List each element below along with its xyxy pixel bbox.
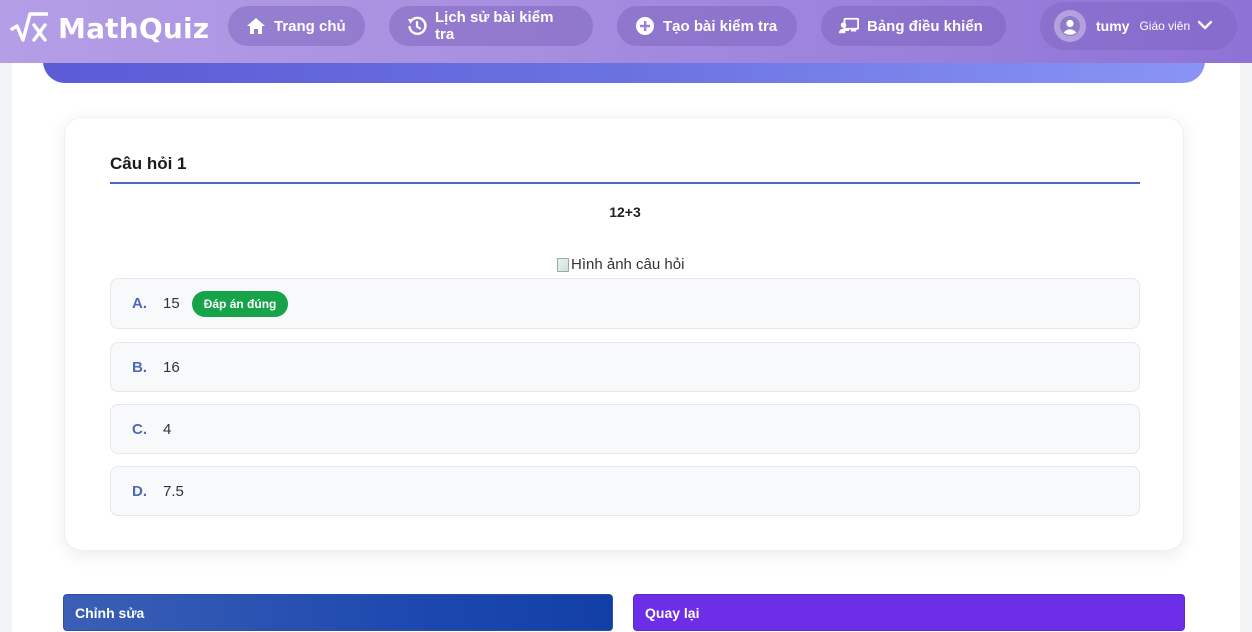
nav-home-label: Trang chủ	[274, 17, 346, 35]
option-a[interactable]: A. 15 Đáp án đúng	[110, 278, 1140, 329]
chevron-down-icon	[1197, 17, 1213, 35]
question-text: 12+3	[609, 204, 641, 220]
option-value: 16	[163, 358, 180, 376]
top-navbar: MathQuiz Trang chủ Lịch sử bài kiểm tra …	[0, 0, 1252, 63]
option-d[interactable]: D. 7.5	[110, 466, 1140, 516]
edit-button[interactable]: Chỉnh sửa	[63, 594, 613, 631]
user-circle-icon	[1054, 10, 1086, 42]
nav-dashboard-label: Bảng điều khiển	[867, 17, 983, 35]
nav-home-link[interactable]: Trang chủ	[228, 6, 365, 46]
question-image: Hình ảnh câu hỏi	[557, 256, 684, 273]
user-name: tumy	[1096, 18, 1130, 34]
question-title: Câu hỏi 1	[110, 154, 187, 173]
nav-create-label: Tạo bài kiểm tra	[663, 17, 778, 35]
nav-history-link[interactable]: Lịch sử bài kiểm tra	[389, 6, 593, 46]
home-icon	[246, 16, 266, 36]
sqrt-x-icon	[10, 12, 48, 42]
option-letter: C.	[132, 420, 147, 438]
option-value: 7.5	[163, 482, 184, 500]
nav-dashboard-link[interactable]: Bảng điều khiển	[821, 6, 1006, 46]
title-divider	[110, 182, 1140, 184]
broken-image-icon	[557, 257, 569, 272]
correct-answer-badge: Đáp án đúng	[191, 290, 289, 317]
teacher-board-icon	[839, 16, 859, 36]
brand-logo[interactable]: MathQuiz	[10, 8, 209, 48]
option-b[interactable]: B. 16	[110, 342, 1140, 392]
option-value: 4	[163, 420, 172, 438]
nav-create-link[interactable]: Tạo bài kiểm tra	[617, 6, 797, 46]
question-image-alt: Hình ảnh câu hỏi	[571, 256, 685, 273]
plus-circle-icon	[635, 16, 655, 36]
option-letter: A.	[132, 295, 147, 312]
option-value: 15	[163, 295, 180, 312]
back-button[interactable]: Quay lại	[633, 594, 1185, 631]
user-role: Giáo viên	[1139, 19, 1191, 33]
option-letter: D.	[132, 482, 147, 500]
brand-name: MathQuiz	[58, 11, 210, 45]
history-icon	[407, 16, 427, 36]
user-menu[interactable]: tumy Giáo viên	[1040, 2, 1237, 50]
question-card: Câu hỏi 1 12+3 Hình ảnh câu hỏi A. 15 Đá…	[64, 117, 1184, 551]
nav-history-label: Lịch sử bài kiểm tra	[435, 9, 554, 43]
option-c[interactable]: C. 4	[110, 404, 1140, 454]
option-letter: B.	[132, 358, 147, 376]
